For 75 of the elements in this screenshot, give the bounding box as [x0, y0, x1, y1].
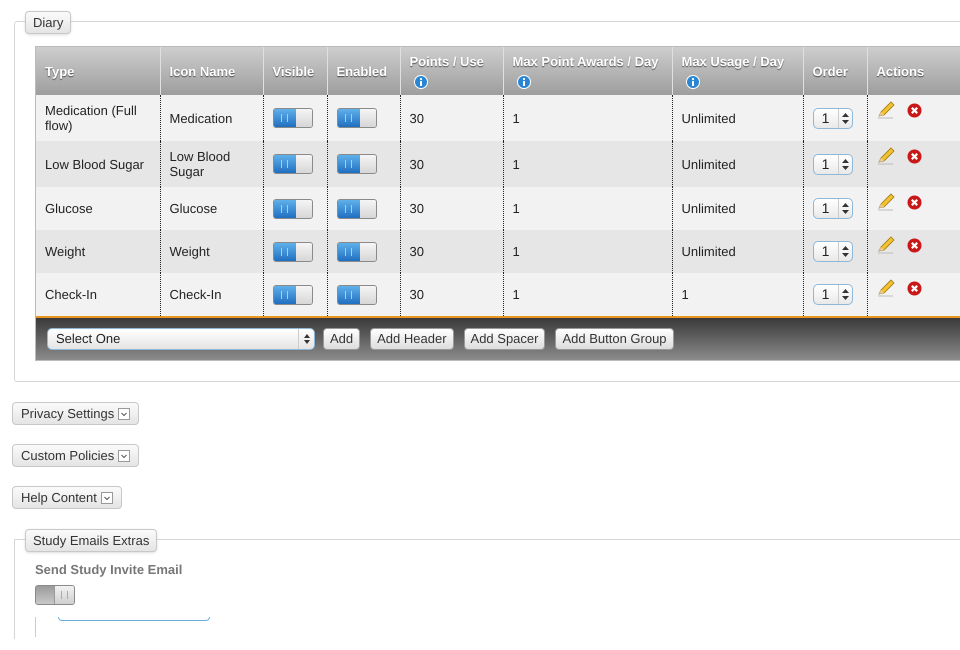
toggle-switch[interactable] — [336, 154, 376, 174]
table-cell: Medication (Full flow) — [45, 103, 137, 133]
field-label: Send Study Invite Email — [35, 561, 184, 579]
table-cell: Check-In — [45, 287, 98, 302]
table-cell: 1 — [512, 287, 520, 302]
delete-icon[interactable] — [906, 238, 922, 252]
toggle-switch[interactable] — [336, 198, 376, 218]
table-cell: 1 — [682, 287, 689, 302]
table-cell: Low Blood Sugar — [45, 156, 144, 172]
toggle-switch[interactable] — [336, 242, 376, 262]
add-button[interactable]: Add Button Group — [555, 328, 674, 350]
chevron-icon — [100, 492, 113, 504]
table-cell: 30 — [410, 110, 424, 126]
pencil-icon[interactable] — [876, 236, 894, 254]
table-cell: Glucose — [170, 201, 218, 216]
chevron-icon — [118, 408, 130, 420]
pencil-icon[interactable] — [876, 193, 894, 211]
delete-icon[interactable] — [906, 194, 922, 210]
section-toggle[interactable]: Privacy Settings — [12, 402, 140, 425]
updown-arrows-icon — [838, 285, 852, 304]
toggle-switch[interactable] — [272, 242, 312, 262]
table-cell: 30 — [410, 244, 424, 259]
toggle-switch[interactable] — [272, 198, 312, 218]
table-cell: Unlimited — [682, 244, 736, 259]
delete-icon[interactable] — [906, 280, 922, 296]
toggle-switch[interactable] — [272, 154, 312, 174]
table-cell: Weight — [45, 244, 86, 259]
toggle-switch[interactable] — [336, 284, 376, 304]
table-cell: Check-In — [170, 287, 222, 302]
order-spinner[interactable]: 1 — [812, 108, 852, 128]
table-cell: Glucose — [45, 201, 93, 216]
order-spinner[interactable]: 1 — [812, 154, 852, 174]
table-cell: Unlimited — [682, 110, 736, 126]
updown-arrows-icon — [838, 199, 852, 218]
toggle-switch[interactable] — [35, 584, 75, 604]
section-toggle[interactable]: Help Content — [12, 486, 122, 509]
toggle-switch[interactable] — [272, 108, 312, 128]
table-cell: Medication — [170, 110, 232, 126]
table-cell: Low Blood Sugar — [170, 149, 230, 179]
pencil-icon[interactable] — [876, 147, 894, 165]
info-icon[interactable] — [686, 74, 700, 89]
section-legend: Study Emails Extras — [25, 529, 158, 552]
delete-icon[interactable] — [906, 102, 922, 118]
input-field[interactable] — [58, 616, 210, 620]
section-legend: Diary — [25, 11, 72, 34]
order-spinner[interactable]: 1 — [812, 284, 852, 305]
table-cell: 1 — [512, 201, 520, 216]
delete-icon[interactable] — [906, 148, 922, 164]
section-toggle[interactable]: Custom Policies — [12, 444, 140, 467]
pencil-icon[interactable] — [876, 279, 894, 297]
column-header: Type — [36, 47, 160, 95]
table-cell: 30 — [410, 201, 424, 216]
pencil-icon[interactable] — [876, 101, 894, 119]
table-cell: 30 — [410, 156, 424, 172]
table-cell: Unlimited — [682, 156, 736, 172]
chevron-icon — [118, 450, 130, 462]
table-cell: 1 — [512, 244, 520, 259]
order-spinner[interactable]: 1 — [812, 241, 852, 262]
table-cell: 1 — [512, 156, 520, 172]
add-button[interactable]: Add Spacer — [464, 328, 546, 350]
updown-arrows-icon — [838, 154, 852, 174]
table-cell: Weight — [170, 244, 210, 259]
add-button[interactable]: Add Header — [370, 328, 454, 350]
table-cell: Unlimited — [682, 201, 736, 216]
table-cell: 30 — [410, 287, 424, 302]
updown-arrows-icon — [838, 242, 852, 261]
toggle-switch[interactable] — [272, 284, 312, 304]
type-select[interactable]: Select One — [47, 328, 315, 350]
add-button[interactable]: Add — [323, 328, 360, 350]
order-spinner[interactable]: 1 — [812, 198, 852, 219]
table-cell: 1 — [512, 110, 520, 126]
info-icon[interactable] — [516, 74, 530, 89]
info-icon[interactable] — [414, 74, 428, 89]
toggle-switch[interactable] — [336, 108, 376, 128]
updown-arrows-icon — [838, 108, 852, 128]
